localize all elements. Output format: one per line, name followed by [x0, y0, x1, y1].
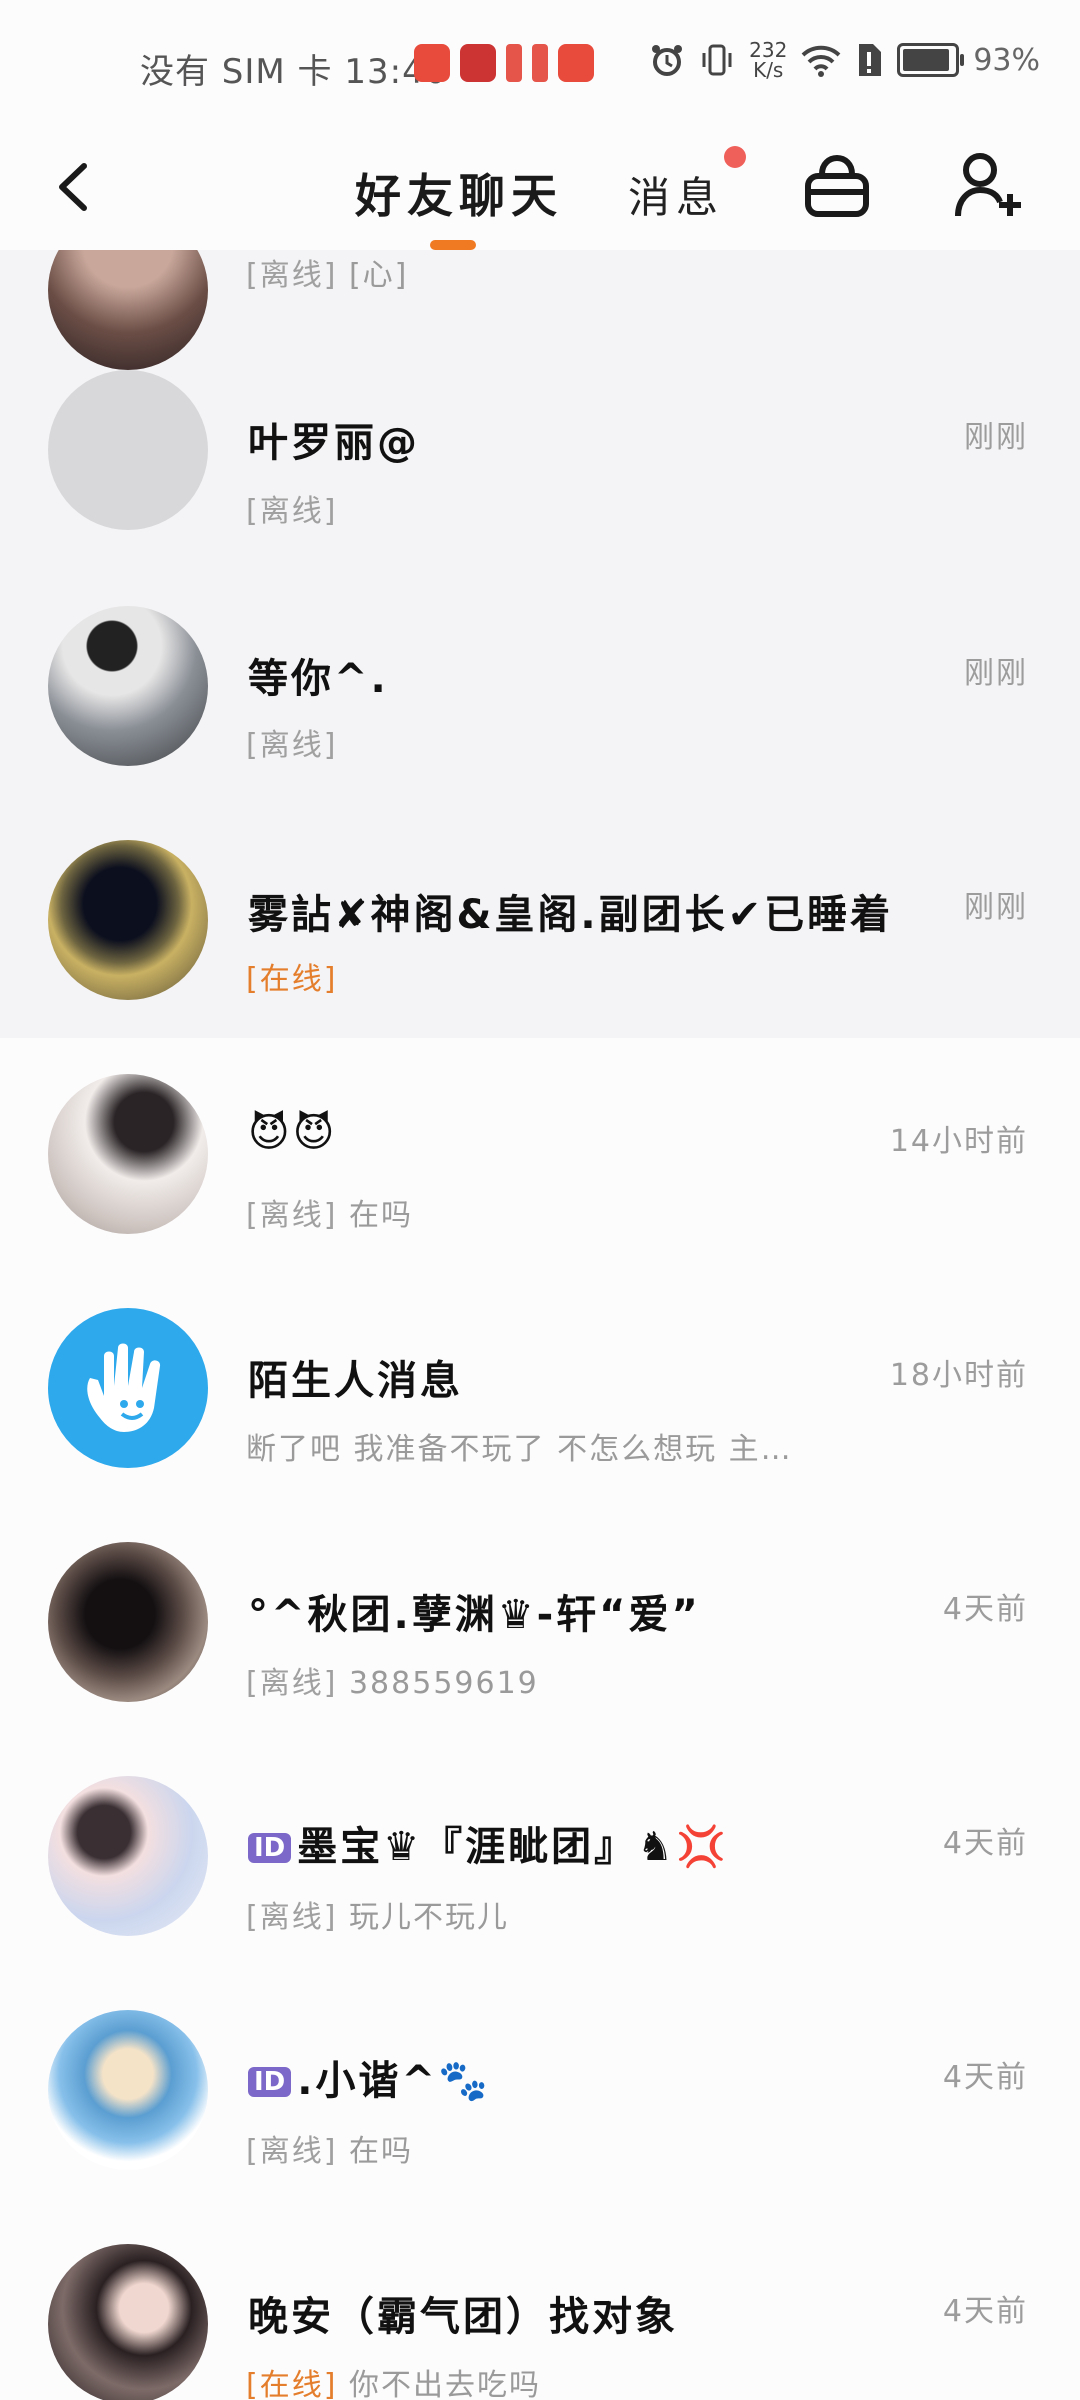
contact-name: 叶罗丽@ [248, 420, 420, 466]
avatar [48, 1542, 208, 1702]
speed-unit: K/s [753, 58, 784, 82]
wifi-icon [801, 45, 841, 77]
chat-time: 刚刚 [964, 420, 1028, 455]
tab-friend-chat[interactable]: 好友聊天 [355, 160, 563, 226]
chat-list[interactable]: [离线] [心] 叶罗丽@ [离线] 刚刚 等你^. [离线] 刚刚 雾詀✘神阁… [0, 250, 1080, 2400]
chat-time: 4天前 [942, 2060, 1028, 2095]
chat-status: [离线] [246, 486, 337, 530]
avatar [48, 840, 208, 1000]
chat-status: [离线] 在吗 [246, 1190, 413, 1234]
avatar [48, 1074, 208, 1234]
huawei-app-icon-2 [558, 44, 594, 82]
avatar [48, 1776, 208, 1936]
basket-icon[interactable] [798, 146, 876, 224]
presence-tag: [在线] [246, 2368, 338, 2400]
chat-row[interactable]: 叶罗丽@ [离线] 刚刚 [0, 364, 1080, 598]
avatar [48, 2010, 208, 2170]
carrier-label: 没有 SIM 卡 [140, 52, 333, 92]
active-tab-indicator [430, 240, 476, 250]
chat-time: 4天前 [942, 1592, 1028, 1627]
message-preview: 玩儿不玩儿 [348, 1900, 509, 1935]
presence-tag: [离线] [246, 2134, 338, 2169]
chat-row[interactable]: 😈😈 [离线] 在吗 14小时前 [0, 1070, 1080, 1304]
battery-percent: 93% [973, 42, 1040, 78]
contact-name: 等你^. [248, 656, 389, 702]
chat-status: 断了吧 我准备不玩了 不怎么想玩 主… [246, 1424, 793, 1468]
unread-dot [724, 146, 746, 168]
contact-name: 陌生人消息 [248, 1358, 463, 1404]
sim-alert-icon [859, 44, 882, 76]
chat-time: 刚刚 [964, 656, 1028, 691]
message-preview: 388559619 [348, 1666, 539, 1701]
contact-name-text: .小谐^🐾 [297, 2058, 491, 2104]
chat-row[interactable]: 雾詀✘神阁&皇阁.副团长✔已睡着 [在线] 刚刚 [0, 832, 1080, 1066]
red-app-icon-2 [532, 44, 548, 82]
contact-name: ID .小谐^🐾 [248, 2048, 491, 2106]
chat-row[interactable]: 晚安（霸气团）找对象 [在线] 你不出去吃吗 4天前 [0, 2240, 1080, 2400]
speed-value: 232 [749, 38, 788, 62]
chat-row[interactable]: [离线] [心] [0, 250, 1080, 370]
presence-tag: [离线] [246, 728, 338, 763]
chat-time: 刚刚 [964, 890, 1028, 925]
presence-tag: [离线] [246, 1900, 338, 1935]
presence-tag: [离线] [246, 258, 338, 293]
chat-time: 18小时前 [889, 1358, 1028, 1393]
contact-name-text: 墨宝♛『涯眦团』♞💢 [297, 1824, 729, 1870]
battery-fill [903, 49, 950, 71]
battery-icon [897, 43, 965, 77]
vibrate-icon [702, 44, 732, 76]
game-app-icon [460, 44, 496, 82]
message-preview: [心] [348, 258, 409, 293]
contact-name: °^秋团.孽渊♛-轩“爱” [248, 1592, 701, 1638]
contact-name: 雾詀✘神阁&皇阁.副团长✔已睡着 [248, 892, 894, 938]
status-carrier-time: 没有 SIM 卡 13:40 [140, 44, 447, 93]
chat-row[interactable]: ID .小谐^🐾 [离线] 在吗 4天前 [0, 2006, 1080, 2240]
alarm-icon [652, 45, 683, 76]
chat-status: [离线] [246, 720, 337, 764]
chat-status: [离线] 388559619 [246, 1658, 539, 1702]
add-friend-icon[interactable] [948, 146, 1026, 224]
huawei-app-icon [414, 44, 450, 82]
contact-name: 晚安（霸气团）找对象 [248, 2294, 678, 2340]
chat-time: 4天前 [942, 1826, 1028, 1861]
stranger-hand-icon [48, 1308, 208, 1468]
chat-status: [在线] 你不出去吃吗 [246, 2360, 541, 2400]
presence-tag: [离线] [246, 1198, 338, 1233]
tab-messages[interactable]: 消息 [628, 164, 724, 225]
chat-row-stranger-messages[interactable]: 陌生人消息 断了吧 我准备不玩了 不怎么想玩 主… 18小时前 [0, 1304, 1080, 1538]
contact-name: 😈😈 [248, 1110, 338, 1156]
chat-status: [在线] [246, 954, 337, 998]
chat-row[interactable]: 等你^. [离线] 刚刚 [0, 598, 1080, 832]
presence-tag: [在线] [246, 962, 338, 997]
chat-time: 4天前 [942, 2294, 1028, 2329]
avatar [48, 606, 208, 766]
chat-status: [离线] [心] [246, 250, 408, 294]
id-badge: ID [248, 2067, 292, 2097]
top-nav: 好友聊天 消息 [0, 130, 1080, 250]
message-preview: 断了吧 我准备不玩了 不怎么想玩 主… [246, 1432, 793, 1467]
chat-row[interactable]: ID 墨宝♛『涯眦团』♞💢 [离线] 玩儿不玩儿 4天前 [0, 1772, 1080, 2006]
id-badge: ID [248, 1833, 292, 1863]
back-button[interactable] [40, 152, 110, 222]
chat-status: [离线] 玩儿不玩儿 [246, 1892, 509, 1936]
chat-status: [离线] 在吗 [246, 2126, 413, 2170]
contact-name: ID 墨宝♛『涯眦团』♞💢 [248, 1814, 729, 1872]
presence-tag: [离线] [246, 1666, 338, 1701]
hand-icon [87, 1343, 161, 1432]
red-app-icon [506, 44, 522, 82]
status-bar: 没有 SIM 卡 13:40 232 K/s 93% [0, 0, 1080, 130]
avatar [48, 370, 208, 530]
message-preview: 你不出去吃吗 [348, 2368, 541, 2400]
presence-tag: [离线] [246, 494, 338, 529]
chat-row[interactable]: °^秋团.孽渊♛-轩“爱” [离线] 388559619 4天前 [0, 1538, 1080, 1772]
notification-icons [414, 44, 594, 82]
message-preview: 在吗 [348, 1198, 413, 1233]
avatar [48, 2244, 208, 2400]
status-indicators: 232 K/s 93% [649, 40, 1040, 80]
network-speed: 232 K/s [749, 40, 787, 80]
message-preview: 在吗 [348, 2134, 413, 2169]
chat-time: 14小时前 [889, 1124, 1028, 1159]
